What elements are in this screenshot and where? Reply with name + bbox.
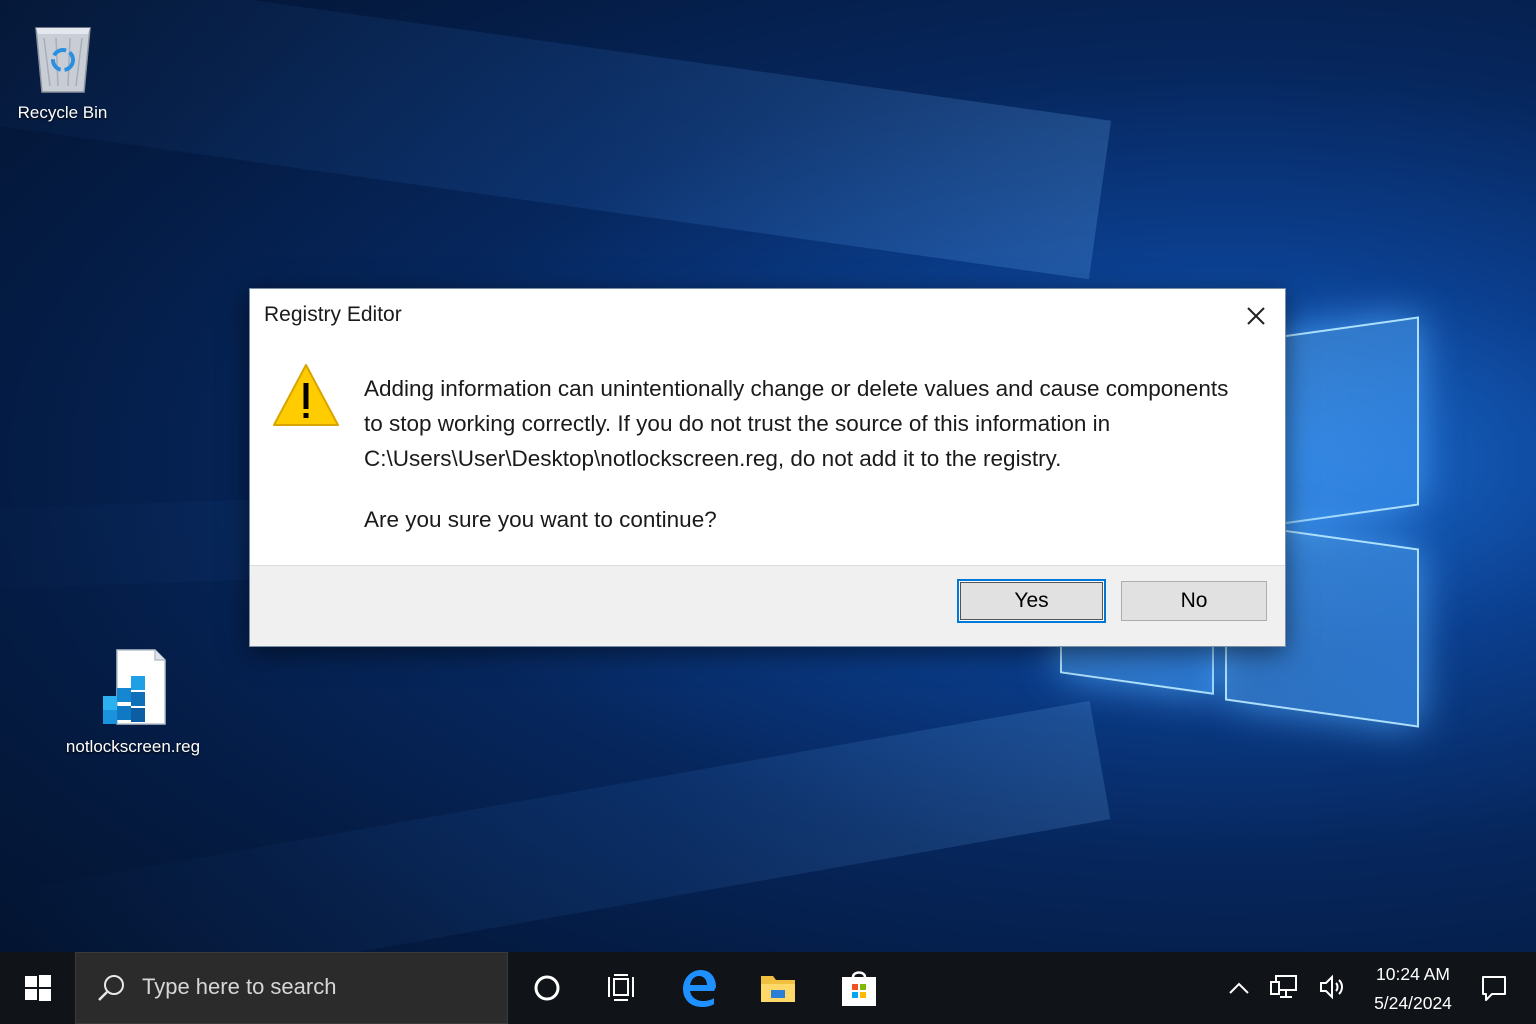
message-line: to stop working correctly. If you do not…	[364, 411, 1111, 436]
clock-date: 5/24/2024	[1374, 993, 1452, 1013]
task-view-button[interactable]	[600, 966, 644, 1010]
store-button[interactable]	[837, 966, 881, 1010]
close-icon	[1247, 307, 1265, 325]
dialog-question: Are you sure you want to continue?	[364, 507, 717, 532]
dialog-button-bar: Yes No	[250, 565, 1285, 646]
start-button[interactable]	[0, 952, 75, 1024]
task-view-icon	[608, 974, 634, 1001]
registry-file-icon	[103, 649, 166, 725]
recycle-bin-icon	[34, 27, 91, 93]
reg-file-shortcut[interactable]: notlockscreen.reg	[58, 648, 208, 757]
edge-browser-button[interactable]	[677, 966, 721, 1010]
cortana-icon	[534, 975, 560, 1001]
message-line: C:\Users\User\Desktop\notlockscreen.reg,…	[364, 446, 1062, 471]
folder-icon	[761, 976, 795, 1002]
yes-button[interactable]: Yes	[957, 579, 1106, 623]
taskbar: Type here to search 10:24 AM 5/24/2024	[0, 952, 1536, 1024]
search-placeholder: Type here to search	[142, 974, 337, 999]
system-clock[interactable]: 10:24 AM 5/24/2024	[1362, 960, 1464, 1018]
cortana-button[interactable]	[525, 966, 569, 1010]
no-button[interactable]: No	[1121, 581, 1267, 621]
registry-editor-dialog: Registry Editor Adding information can u…	[249, 288, 1286, 647]
clock-time: 10:24 AM	[1376, 964, 1450, 984]
network-icon[interactable]	[1270, 974, 1298, 1000]
light-beam	[0, 0, 1112, 280]
dialog-title: Registry Editor	[264, 303, 402, 326]
store-icon	[842, 971, 876, 1006]
chevron-up-icon[interactable]	[1228, 978, 1250, 998]
search-icon	[98, 975, 124, 1001]
edge-icon	[683, 970, 716, 1007]
reg-file-label: notlockscreen.reg	[65, 737, 201, 756]
dialog-message: Adding information can unintentionally c…	[364, 371, 1264, 476]
windows-start-icon	[24, 975, 51, 1001]
volume-icon[interactable]	[1318, 974, 1346, 1000]
close-button[interactable]	[1241, 301, 1271, 331]
warning-icon	[273, 364, 339, 426]
action-center-icon[interactable]	[1480, 974, 1508, 1002]
recycle-bin-label: Recycle Bin	[17, 103, 108, 122]
recycle-bin-shortcut[interactable]: Recycle Bin	[10, 20, 115, 123]
file-explorer-button[interactable]	[756, 966, 800, 1010]
taskbar-search-box[interactable]: Type here to search	[75, 952, 508, 1024]
message-line: Adding information can unintentionally c…	[364, 376, 1229, 401]
